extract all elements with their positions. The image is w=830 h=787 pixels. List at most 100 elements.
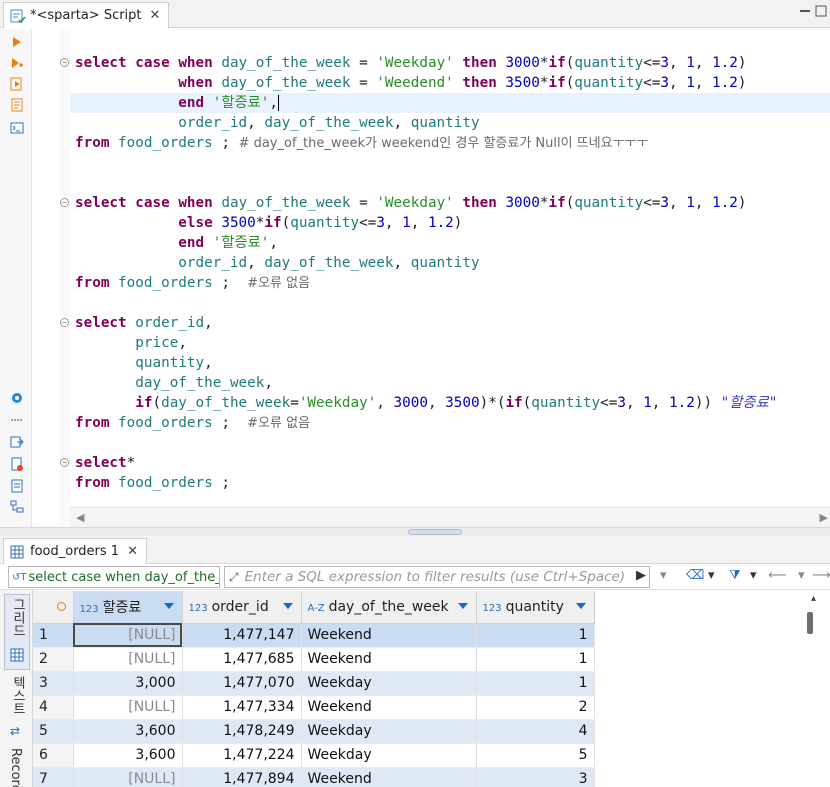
cell-order-id[interactable]: 1,477,334 <box>182 695 302 720</box>
cell-day-of-the-week[interactable]: Weekend <box>301 695 477 720</box>
fold-toggle-icon[interactable]: − <box>60 458 69 467</box>
filter-history-icon[interactable]: ▾ <box>660 568 667 583</box>
cell-day-of-the-week[interactable]: Weekend <box>301 647 477 672</box>
code-line[interactable]: select order_id, − <box>60 313 830 333</box>
cell-quantity[interactable]: 5 <box>476 743 595 768</box>
column-header-day-of-the-week[interactable]: A-Z day_of_the_week <box>301 591 477 624</box>
close-icon[interactable]: ✕ <box>150 8 161 23</box>
code-line[interactable]: if(day_of_the_week='Weekday', 3000, 3500… <box>70 393 830 413</box>
cell-fee[interactable]: [NULL] <box>73 647 183 672</box>
table-row[interactable]: 5 3,600 1,478,249 Weekday 4 <box>33 719 595 744</box>
editor-horizontal-scrollbar[interactable]: ◀ ▶ <box>70 507 830 527</box>
row-number[interactable]: 5 <box>33 719 74 744</box>
more-dots-icon[interactable] <box>10 413 24 427</box>
cell-quantity[interactable]: 1 <box>476 647 595 672</box>
code-line[interactable]: from food_orders ; # day_of_the_week가 we… <box>70 133 830 153</box>
back-arrow-icon[interactable]: ⟵ <box>768 568 787 583</box>
tab-results[interactable]: food_orders 1 ✕ <box>3 538 147 564</box>
cell-fee[interactable]: [NULL] <box>73 767 183 787</box>
cell-quantity[interactable]: 1 <box>476 623 595 648</box>
table-row[interactable]: 2 [NULL] 1,477,685 Weekend 1 <box>33 647 595 672</box>
tab-grid-view[interactable]: 그리드 <box>8 598 27 637</box>
code-line[interactable]: day_of_the_week, <box>70 373 830 393</box>
filter-funnel-icon[interactable]: ⧩ <box>729 568 741 583</box>
cell-day-of-the-week[interactable]: Weekend <box>301 767 477 787</box>
sort-arrow-icon[interactable] <box>163 603 174 609</box>
row-number[interactable]: 3 <box>33 671 74 696</box>
table-row[interactable]: 7 [NULL] 1,477,894 Weekend 3 <box>33 767 595 787</box>
code-line[interactable]: when day_of_the_week = 'Weedend' then 35… <box>70 73 830 93</box>
scroll-left-icon[interactable]: ◀ <box>76 511 84 524</box>
sql-editor[interactable]: select case when day_of_the_week = 'Week… <box>60 29 830 507</box>
code-line[interactable] <box>70 293 830 313</box>
table-row[interactable]: 1 [NULL] 1,477,147 Weekend 1 <box>33 623 595 648</box>
panel-splitter[interactable] <box>0 527 830 536</box>
cell-order-id[interactable]: 1,477,894 <box>182 767 302 787</box>
close-icon[interactable]: ✕ <box>127 544 138 559</box>
cell-order-id[interactable]: 1,477,147 <box>182 623 302 648</box>
code-line[interactable]: else 3500*if(quantity<=3, 1, 1.2) <box>70 213 830 233</box>
cell-quantity[interactable]: 1 <box>476 671 595 696</box>
cell-day-of-the-week[interactable]: Weekend <box>301 623 477 648</box>
terminal-icon[interactable] <box>10 121 24 135</box>
fold-toggle-icon[interactable]: − <box>60 58 69 67</box>
sort-arrow-icon[interactable] <box>282 603 293 609</box>
text-view-icon[interactable]: ⇄ <box>10 724 20 738</box>
splitter-grip[interactable] <box>408 529 462 535</box>
minimize-icon[interactable] <box>798 4 812 18</box>
cell-day-of-the-week[interactable]: Weekday <box>301 743 477 768</box>
tab-script[interactable]: *<sparta> Script ✕ <box>3 2 169 28</box>
explain-plan-icon[interactable] <box>10 98 24 112</box>
select-all-icon[interactable] <box>57 601 66 611</box>
code-line[interactable] <box>70 433 830 453</box>
cell-day-of-the-week[interactable]: Weekday <box>301 719 477 744</box>
grid-view-icon[interactable] <box>10 648 24 662</box>
cell-fee[interactable]: 3,600 <box>73 743 183 768</box>
cell-order-id[interactable]: 1,478,249 <box>182 719 302 744</box>
table-row[interactable]: 6 3,600 1,477,224 Weekday 5 <box>33 743 595 768</box>
table-row[interactable]: 4 [NULL] 1,477,334 Weekend 2 <box>33 695 595 720</box>
code-line[interactable]: order_id, day_of_the_week, quantity <box>70 253 830 273</box>
forward-arrow-icon[interactable]: ⟶ <box>812 568 830 583</box>
cell-day-of-the-week[interactable]: Weekday <box>301 671 477 696</box>
format-icon[interactable] <box>10 479 24 493</box>
cell-order-id[interactable]: 1,477,070 <box>182 671 302 696</box>
scroll-right-icon[interactable]: ▶ <box>820 511 828 524</box>
dropdown-icon[interactable]: ▾ <box>750 568 757 583</box>
code-line[interactable] <box>70 153 830 173</box>
code-line[interactable]: price, <box>70 333 830 353</box>
apply-filter-icon[interactable]: ▶ <box>636 568 646 583</box>
fold-toggle-icon[interactable]: − <box>60 198 69 207</box>
cell-fee[interactable]: [NULL] <box>73 695 183 720</box>
code-line[interactable]: from food_orders ; #오류 없음 <box>70 273 830 293</box>
grid-vertical-scrollbar-thumb[interactable] <box>807 612 813 634</box>
row-number[interactable]: 1 <box>33 623 74 648</box>
tab-record-view[interactable]: Record <box>8 748 23 787</box>
sort-arrow-icon[interactable] <box>457 603 468 609</box>
column-header-quantity[interactable]: 123 quantity <box>476 591 595 624</box>
cell-quantity[interactable]: 4 <box>476 719 595 744</box>
code-line[interactable]: select case when day_of_the_week = 'Week… <box>60 193 830 213</box>
column-header-fee[interactable]: 123 할증료 <box>73 591 183 624</box>
code-line[interactable]: from food_orders ; <box>70 473 830 493</box>
execute-script-icon[interactable] <box>10 77 24 91</box>
code-line[interactable]: select case when day_of_the_week = 'Week… <box>60 53 830 73</box>
execute-new-tab-icon[interactable] <box>10 56 24 70</box>
cell-quantity[interactable]: 3 <box>476 767 595 787</box>
scroll-up-icon[interactable]: ▴ <box>811 593 816 604</box>
dropdown-icon[interactable]: ▾ <box>798 568 805 583</box>
outline-icon[interactable] <box>10 500 24 514</box>
tab-text-view[interactable]: 텍스트 <box>8 676 27 715</box>
cell-order-id[interactable]: 1,477,224 <box>182 743 302 768</box>
execute-statement-icon[interactable] <box>10 35 24 49</box>
cell-fee[interactable]: 3,600 <box>73 719 183 744</box>
code-line[interactable]: quantity, <box>70 353 830 373</box>
code-line[interactable]: from food_orders ; #오류 없음 <box>70 413 830 433</box>
sort-arrow-icon[interactable] <box>575 603 586 609</box>
row-number[interactable]: 4 <box>33 695 74 720</box>
maximize-icon[interactable] <box>814 4 828 18</box>
expand-icon[interactable]: ⤢ <box>229 570 239 585</box>
table-row[interactable]: 3 3,000 1,477,070 Weekday 1 <box>33 671 595 696</box>
results-grid[interactable]: 123 할증료 123 order_id A-Z day_of_the_week 12… <box>33 591 830 787</box>
cell-fee[interactable]: [NULL] <box>73 623 183 648</box>
